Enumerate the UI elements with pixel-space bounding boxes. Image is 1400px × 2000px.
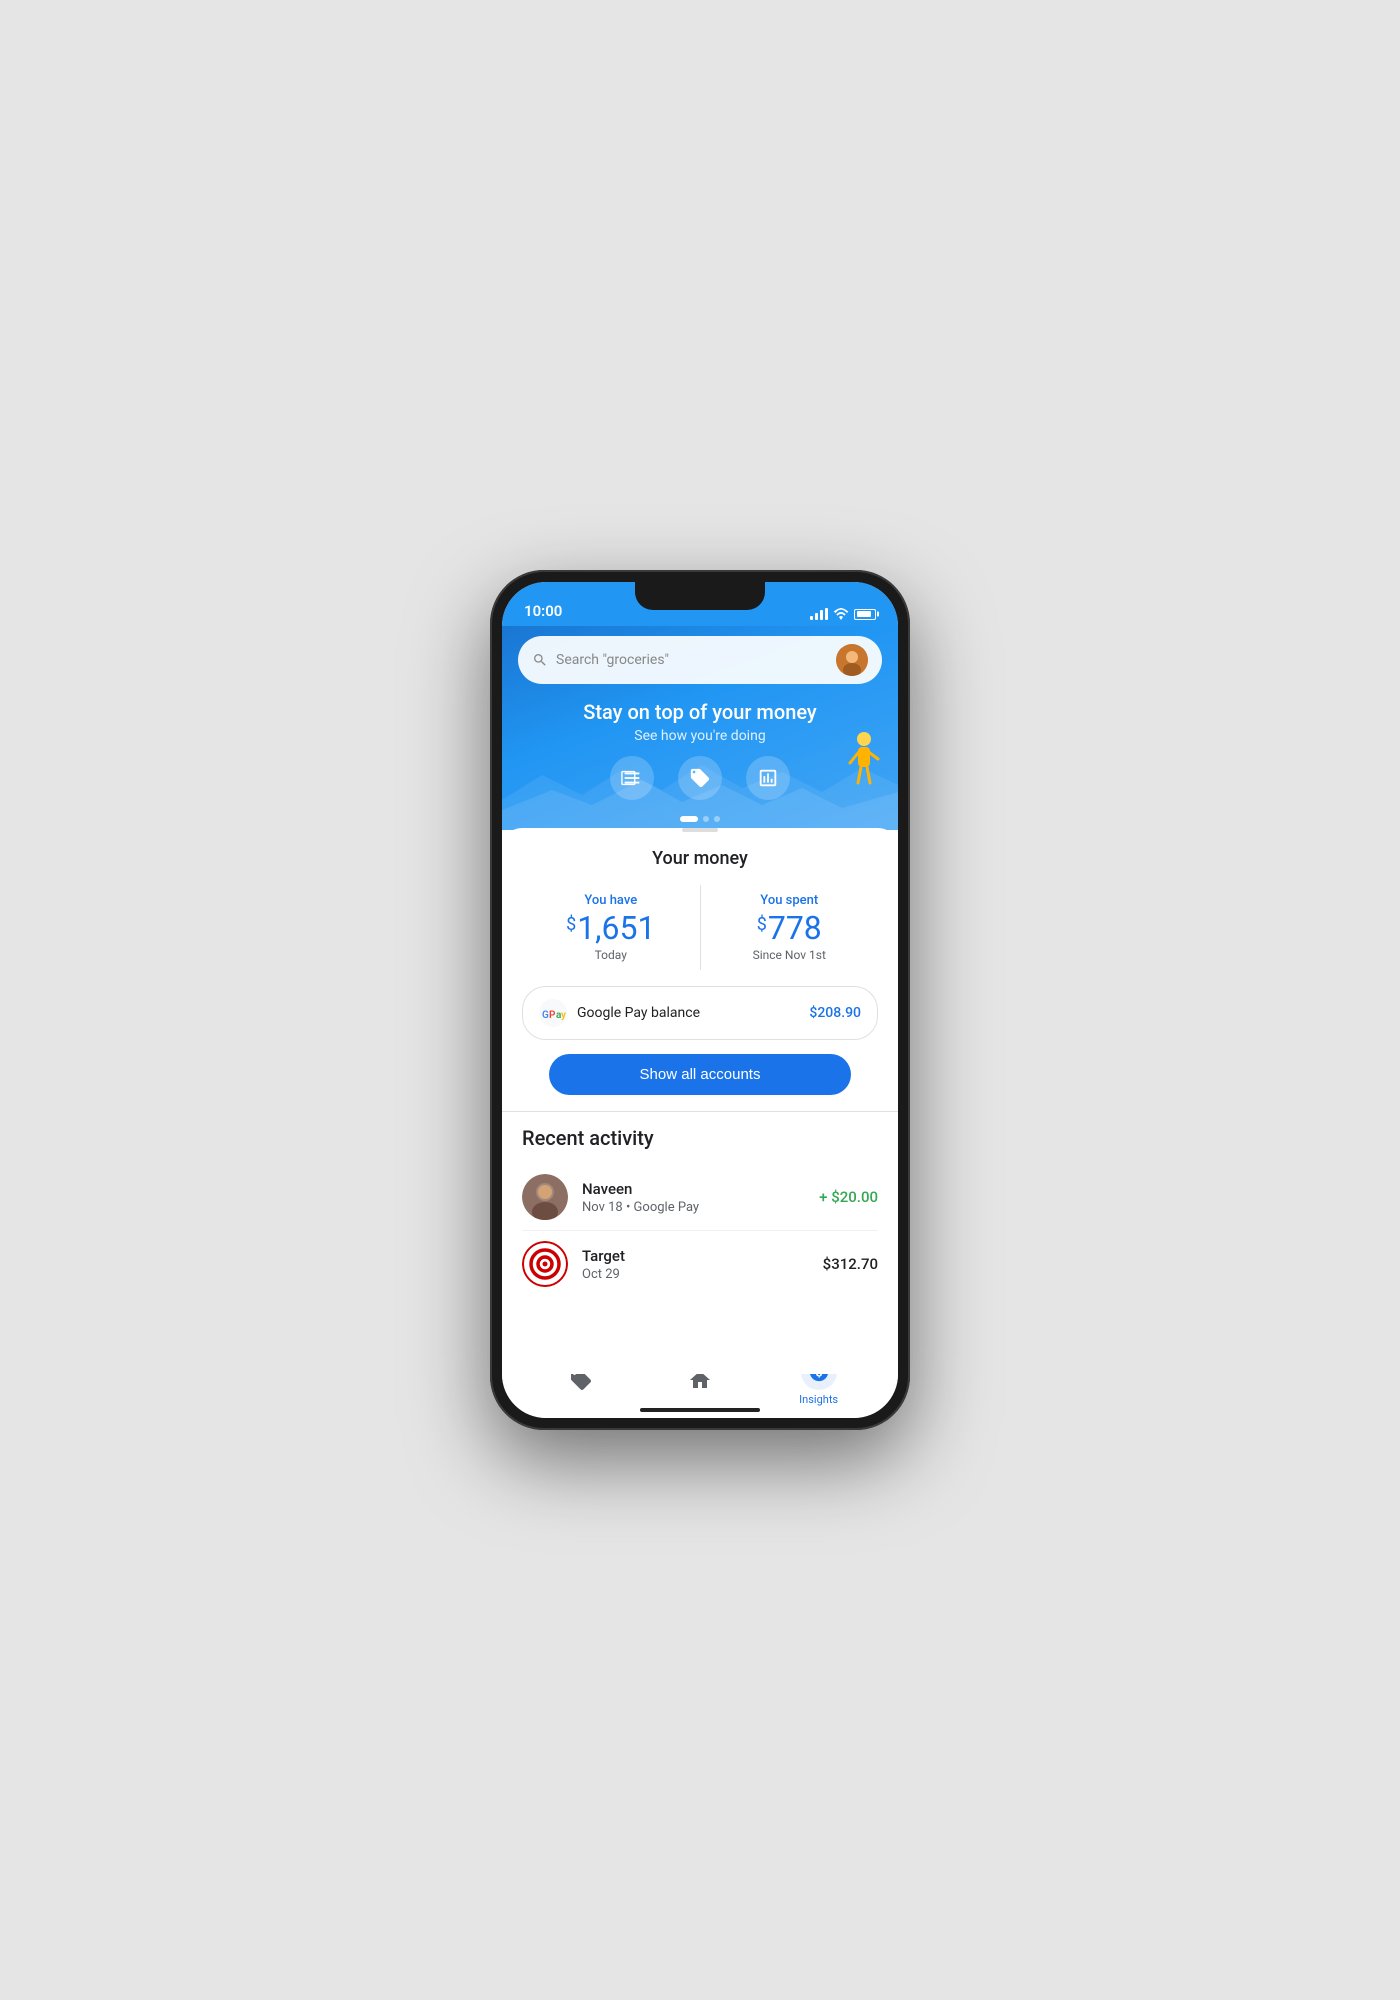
user-avatar[interactable]: [836, 644, 868, 676]
drag-indicator: [682, 828, 718, 832]
search-icon: [532, 652, 548, 668]
avatar-face: [836, 644, 868, 676]
hero-text: Stay on top of your money See how you're…: [518, 700, 882, 744]
phone-notch: [635, 582, 765, 610]
insights-label: Insights: [799, 1393, 838, 1406]
gpay-amount: $208.90: [809, 1005, 861, 1021]
home-indicator: [640, 1408, 760, 1412]
hero-title: Stay on top of your money: [518, 700, 882, 724]
your-money-section: Your money You have $ 1,651 Today You sp…: [502, 848, 898, 1095]
svg-text:P: P: [549, 1010, 556, 1021]
target-amount: $312.70: [823, 1255, 878, 1273]
svg-text:y: y: [561, 1010, 566, 1021]
you-spent-label: You spent: [717, 893, 863, 908]
white-card: Your money You have $ 1,651 Today You sp…: [502, 828, 898, 1374]
money-row: You have $ 1,651 Today You spent $ 77: [522, 885, 878, 970]
naveen-meta: Nov 18 • Google Pay: [582, 1200, 805, 1215]
you-have-dollar: $: [566, 916, 576, 934]
show-all-accounts-button[interactable]: Show all accounts: [549, 1054, 852, 1095]
gpay-balance-row[interactable]: G P a y Google Pay balance $208.90: [522, 986, 878, 1040]
naveen-avatar: [522, 1174, 568, 1220]
target-logo: [522, 1241, 568, 1287]
recent-activity-section: Recent activity Naveen: [502, 1126, 898, 1297]
gpay-left: G P a y Google Pay balance: [539, 999, 700, 1027]
tag-icon: [689, 767, 711, 789]
phone-frame: 10:00: [490, 570, 910, 1430]
battery-icon: [854, 609, 876, 620]
dot-2: [703, 816, 709, 822]
target-name: Target: [582, 1247, 809, 1265]
svg-text:G: G: [542, 1010, 549, 1021]
signal-icon: [810, 608, 828, 620]
naveen-amount: + $20.00: [819, 1188, 878, 1206]
search-bar[interactable]: Search "groceries": [518, 636, 882, 684]
scrollable-content[interactable]: Search "groceries" Stay on top of: [502, 626, 898, 1374]
status-time: 10:00: [524, 590, 562, 620]
you-have-amount: $ 1,651: [538, 912, 684, 944]
action-icons-row: [518, 756, 882, 800]
you-have-label: You have: [538, 893, 684, 908]
dot-3: [714, 816, 720, 822]
naveen-info: Naveen Nov 18 • Google Pay: [582, 1180, 805, 1215]
phone-screen: 10:00: [502, 582, 898, 1418]
hero-subtitle: See how you're doing: [518, 728, 882, 744]
you-have-value: 1,651: [577, 912, 655, 944]
money-section-title: Your money: [522, 848, 878, 869]
recent-activity-title: Recent activity: [522, 1126, 878, 1150]
section-divider: [502, 1111, 898, 1112]
activity-item-target[interactable]: Target Oct 29 $312.70: [522, 1230, 878, 1297]
dot-1: [680, 816, 698, 822]
gpay-label: Google Pay balance: [577, 1005, 700, 1021]
gpay-logo-icon: G P a y: [539, 999, 567, 1027]
transactions-button[interactable]: [610, 756, 654, 800]
you-spent-value: 778: [768, 912, 822, 944]
you-spent-sublabel: Since Nov 1st: [717, 948, 863, 962]
you-have-col: You have $ 1,651 Today: [522, 885, 700, 970]
you-spent-amount: $ 778: [717, 912, 863, 944]
target-avatar: [522, 1241, 568, 1287]
offers-button[interactable]: [678, 756, 722, 800]
header-section: Search "groceries" Stay on top of: [502, 626, 898, 830]
you-spent-col: You spent $ 778 Since Nov 1st: [700, 885, 879, 970]
target-meta: Oct 29: [582, 1267, 809, 1282]
chart-icon: [757, 767, 779, 789]
chart-button[interactable]: [746, 756, 790, 800]
search-placeholder: Search "groceries": [556, 652, 828, 668]
target-info: Target Oct 29: [582, 1247, 809, 1282]
wifi-icon: [833, 608, 849, 620]
activity-item-naveen[interactable]: Naveen Nov 18 • Google Pay + $20.00: [522, 1164, 878, 1230]
status-icons: [810, 596, 876, 620]
you-have-sublabel: Today: [538, 948, 684, 962]
you-spent-dollar: $: [757, 916, 767, 934]
list-icon: [621, 767, 643, 789]
naveen-name: Naveen: [582, 1180, 805, 1198]
